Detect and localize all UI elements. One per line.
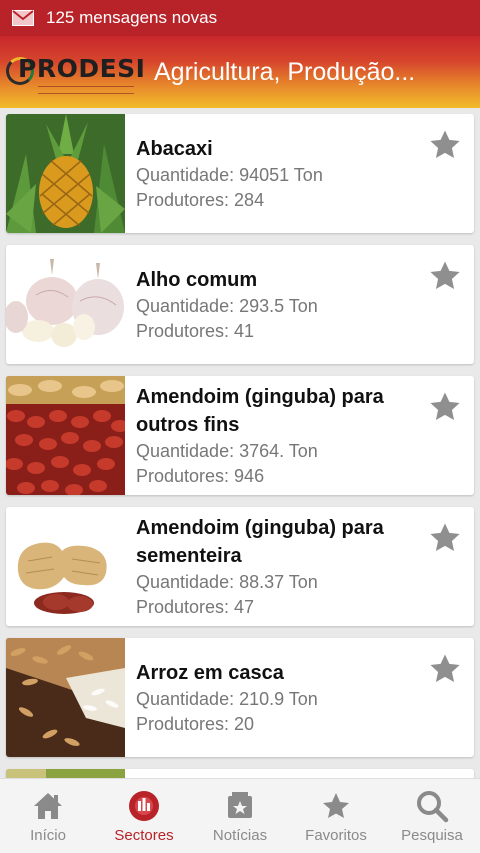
- nav-label: Sectores: [114, 827, 174, 844]
- product-producers: Produtores: 284: [136, 189, 265, 210]
- nav-label: Notícias: [212, 827, 268, 844]
- favorite-star-icon[interactable]: [428, 259, 462, 293]
- product-producers: Produtores: 20: [136, 713, 255, 734]
- nav-label: Favoritos: [305, 827, 367, 844]
- home-icon: [34, 793, 62, 819]
- news-icon: [228, 792, 252, 818]
- list-item[interactable]: [6, 769, 474, 778]
- product-name: Abacaxi: [136, 137, 213, 160]
- nav-item-pesquisa[interactable]: Pesquisa: [384, 779, 480, 853]
- logo-text: PRODESI: [18, 54, 146, 83]
- search-icon: [417, 791, 449, 823]
- bottom-nav: Início Sectores Notícias Favoritos Pesqu…: [0, 778, 480, 853]
- product-name: Amendoim (ginguba) para outros fins: [136, 385, 384, 436]
- product-producers: Produtores: 946: [136, 465, 265, 486]
- nav-label: Início: [30, 827, 66, 844]
- product-producers: Produtores: 41: [136, 320, 255, 341]
- status-bar: 125 mensagens novas: [0, 0, 480, 36]
- red-peanuts-image: [6, 376, 125, 495]
- favorite-star-icon[interactable]: [428, 128, 462, 162]
- product-quantity: Quantidade: 293.5 Ton: [136, 295, 318, 316]
- product-list[interactable]: Abacaxi Quantidade: 94051 Ton Produtores…: [0, 108, 480, 778]
- nav-label: Pesquisa: [401, 827, 463, 844]
- list-item[interactable]: Arroz em casca Quantidade: 210.9 Ton Pro…: [6, 638, 474, 757]
- prodesi-logo: PRODESI: [4, 42, 145, 102]
- nav-item-noticias[interactable]: Notícias: [192, 779, 288, 853]
- sectors-icon: [129, 791, 159, 821]
- list-item[interactable]: Amendoim (ginguba) para sementeira Quant…: [6, 507, 474, 626]
- app-header: PRODESI Agricultura, Produção...: [0, 36, 480, 108]
- list-item[interactable]: Amendoim (ginguba) para outros fins Quan…: [6, 376, 474, 495]
- favorite-star-icon[interactable]: [428, 652, 462, 686]
- pineapple-image: [6, 114, 125, 233]
- favorite-star-icon[interactable]: [428, 521, 462, 555]
- card-body: Alho comum Quantidade: 293.5 Ton Produto…: [125, 245, 415, 364]
- product-name: Arroz em casca: [136, 661, 284, 684]
- list-item[interactable]: Alho comum Quantidade: 293.5 Ton Produto…: [6, 245, 474, 364]
- crop-image: [6, 769, 125, 778]
- favorite-star-icon[interactable]: [428, 390, 462, 424]
- product-quantity: Quantidade: 88.37 Ton: [136, 571, 318, 592]
- nav-item-sectores[interactable]: Sectores: [96, 779, 192, 853]
- page-title: Agricultura, Produção...: [154, 57, 416, 86]
- logo-tagline: [38, 86, 134, 94]
- product-quantity: Quantidade: 94051 Ton: [136, 164, 323, 185]
- rice-image: [6, 638, 125, 757]
- mail-icon: [12, 10, 34, 26]
- card-body: Abacaxi Quantidade: 94051 Ton Produtores…: [125, 114, 415, 233]
- nav-item-inicio[interactable]: Início: [0, 779, 96, 853]
- card-body: Amendoim (ginguba) para outros fins Quan…: [125, 376, 415, 495]
- card-body: Arroz em casca Quantidade: 210.9 Ton Pro…: [125, 638, 415, 757]
- product-quantity: Quantidade: 3764. Ton: [136, 440, 318, 461]
- notification-text: 125 mensagens novas: [46, 8, 218, 27]
- garlic-image: [6, 245, 125, 364]
- list-item[interactable]: Abacaxi Quantidade: 94051 Ton Produtores…: [6, 114, 474, 233]
- product-name: Amendoim (ginguba) para sementeira: [136, 516, 384, 567]
- card-body: Amendoim (ginguba) para sementeira Quant…: [125, 507, 415, 626]
- nav-item-favoritos[interactable]: Favoritos: [288, 779, 384, 853]
- peanut-shell-image: [6, 507, 125, 626]
- star-icon: [323, 793, 349, 818]
- product-producers: Produtores: 47: [136, 596, 255, 617]
- product-quantity: Quantidade: 210.9 Ton: [136, 688, 318, 709]
- product-name: Alho comum: [136, 268, 258, 291]
